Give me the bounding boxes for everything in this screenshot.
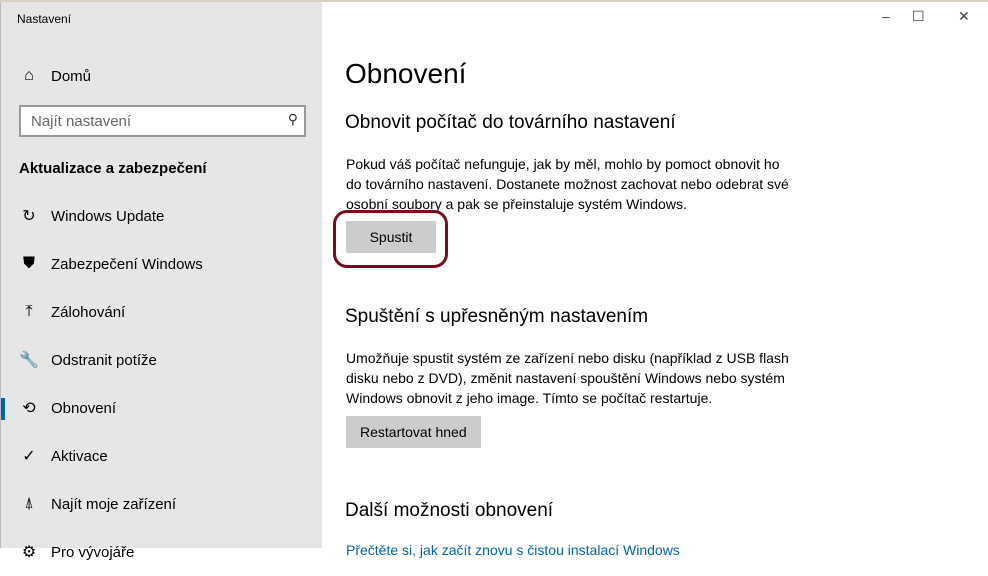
- home-label: Domů: [51, 67, 92, 85]
- sidebar-item[interactable]: ⤒ Zálohování: [1, 288, 323, 336]
- sidebar-item[interactable]: ✓ Aktivace: [1, 432, 323, 480]
- reset-heading: Obnovit počítač do továrního nastavení: [345, 112, 676, 133]
- restart-now-button[interactable]: Restartovat hned: [346, 416, 481, 448]
- sidebar-item-icon: ⍋: [24, 495, 34, 512]
- maximize-button[interactable]: ☐: [912, 8, 925, 25]
- sidebar: Nastavení ⌂ Domů Najít nastavení ⚲ Aktuali…: [0, 2, 322, 561]
- sidebar-item-label: Zálohování: [51, 303, 126, 321]
- minimize-button[interactable]: –: [882, 8, 890, 24]
- sidebar-item-label: Zabezpečení Windows: [51, 255, 203, 273]
- search-icon: ⚲: [287, 111, 298, 127]
- sidebar-item-icon: 🔧: [19, 352, 39, 369]
- sidebar-item[interactable]: ⍋ Najít moje zařízení: [1, 480, 323, 528]
- sidebar-item[interactable]: ⚙ Pro vývojáře: [1, 528, 323, 576]
- main-content: – ☐ ✕ Obnovení Obnovit počítač do továrn…: [322, 2, 988, 558]
- search-input[interactable]: Najít nastavení ⚲: [19, 105, 306, 137]
- sidebar-item-icon: ⤒: [25, 303, 33, 320]
- more-options-heading: Další možnosti obnovení: [345, 500, 554, 521]
- sidebar-item-label: Pro vývojáře: [51, 543, 135, 561]
- sidebar-item-icon: ⚙: [21, 544, 37, 561]
- reset-description: Pokud váš počítač nefunguje, jak by měl,…: [346, 156, 789, 212]
- app-title: Nastavení: [17, 12, 72, 26]
- sidebar-item-label: Aktivace: [51, 447, 108, 465]
- sidebar-item-label: Obnovení: [51, 399, 117, 417]
- sidebar-item-label: Odstranit potíže: [51, 351, 157, 369]
- clean-install-link[interactable]: Přečtěte si, jak začít znovu s čistou in…: [346, 542, 680, 558]
- page-title: Obnovení: [345, 58, 467, 89]
- sidebar-item-home[interactable]: ⌂ Domů: [19, 66, 91, 86]
- sidebar-item[interactable]: ⛊ Zabezpečení Windows: [1, 240, 323, 288]
- sidebar-item[interactable]: ⟲ Obnovení: [1, 384, 323, 432]
- sidebar-nav: ↻ Windows Update ⛊ Zabezpečení Windows ⤒ Zálo…: [1, 192, 323, 576]
- sidebar-item-icon: ✓: [22, 448, 36, 465]
- sidebar-item-label: Najít moje zařízení: [51, 495, 177, 513]
- sidebar-item-label: Windows Update: [51, 207, 165, 225]
- sidebar-item-icon: ↻: [22, 208, 36, 225]
- sidebar-item[interactable]: ↻ Windows Update: [1, 192, 323, 240]
- advanced-description: Umožňuje spustit systém ze zařízení nebo…: [346, 350, 789, 406]
- advanced-heading: Spuštění s upřesněným nastavením: [345, 306, 649, 327]
- sidebar-item-icon: ⟲: [22, 400, 36, 417]
- sidebar-item[interactable]: 🔧 Odstranit potíže: [1, 336, 323, 384]
- sidebar-item-icon: ⛊: [22, 255, 35, 272]
- close-button[interactable]: ✕: [958, 8, 970, 25]
- section-title: Aktualizace a zabezpečení: [19, 160, 207, 177]
- search-placeholder: Najít nastavení: [31, 113, 132, 130]
- highlight-annotation: [333, 210, 448, 268]
- home-icon: ⌂: [24, 67, 34, 84]
